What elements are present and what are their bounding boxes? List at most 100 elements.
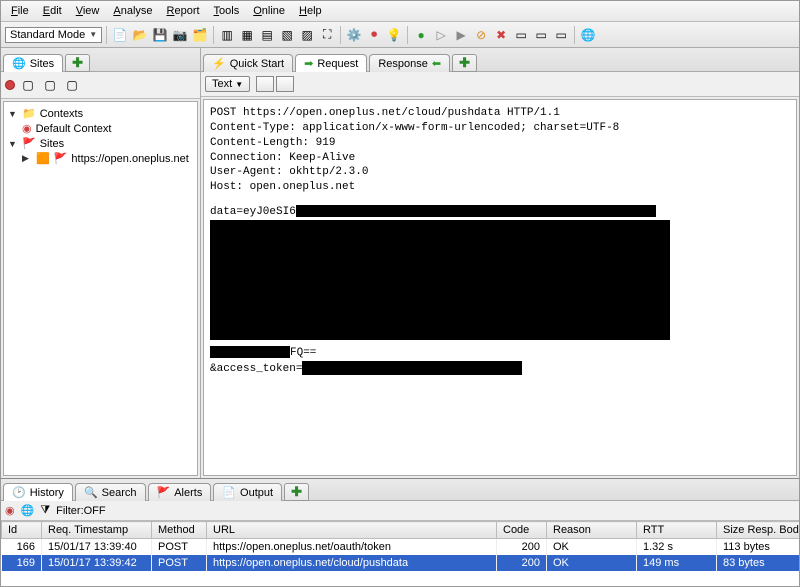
menu-report[interactable]: Report [161,3,206,19]
tool-step-icon[interactable]: ▷ [432,26,450,44]
target-icon[interactable]: ◉ [5,504,15,517]
redacted-block [296,205,656,217]
clock-icon: 🕑 [12,486,26,499]
col-code[interactable]: Code [497,522,547,539]
menu-help[interactable]: Help [293,3,328,19]
separator [213,26,214,44]
tool-snapshot-icon[interactable]: 📷 [171,26,189,44]
default-context-label: Default Context [36,123,112,135]
tab-request[interactable]: ➡ Request [295,54,367,72]
col-rtt[interactable]: RTT [637,522,717,539]
tool-layout2-icon[interactable]: ▦ [238,26,256,44]
table-row[interactable]: 169 15/01/17 13:39:42 POST https://open.… [2,555,800,571]
filter-status[interactable]: Filter:OFF [56,505,106,517]
body-prefix: data=eyJ0eSI6 [210,206,296,218]
menu-tools[interactable]: Tools [208,3,246,19]
window3-icon[interactable]: ▢ [63,76,81,94]
twisty-right-icon: ▶ [22,153,32,164]
tab-search[interactable]: 🔍 Search [75,483,146,501]
tree-sites[interactable]: ▼ 🚩 Sites [8,136,193,151]
tab-add[interactable]: ✚ [65,54,90,72]
tab-quickstart[interactable]: ⚡ Quick Start [203,54,293,72]
tool-clear-icon[interactable]: ✖ [492,26,510,44]
tool-layout3-icon[interactable]: ▤ [258,26,276,44]
col-method[interactable]: Method [152,522,207,539]
tab-add[interactable]: ✚ [452,54,477,72]
tab-sites-label: Sites [30,58,54,70]
tool-step2-icon[interactable]: ▶ [452,26,470,44]
request-content[interactable]: POST https://open.oneplus.net/cloud/push… [203,99,797,476]
main-split: 🌐 Sites ✚ ▢ ▢ ▢ ▼ 📁 Contexts ◉ Default C… [1,48,799,478]
record-icon[interactable] [5,80,15,90]
tool-group1-icon[interactable]: ▭ [512,26,530,44]
menu-bar: File Edit View Analyse Report Tools Onli… [1,1,799,22]
mode-label: Standard Mode [10,29,85,41]
tool-fullscreen-icon[interactable]: ⛶ [318,26,336,44]
tool-layout1-icon[interactable]: ▥ [218,26,236,44]
request-line: POST https://open.oneplus.net/cloud/push… [210,106,790,121]
menu-analyse[interactable]: Analyse [107,3,158,19]
tool-open-icon[interactable]: 📂 [131,26,149,44]
menu-file[interactable]: File [5,3,35,19]
tool-browser-icon[interactable]: 🌐 [579,26,597,44]
tool-group2-icon[interactable]: ▭ [532,26,550,44]
tree-default-context[interactable]: ◉ Default Context [8,121,193,136]
tool-layout5-icon[interactable]: ▨ [298,26,316,44]
menu-online[interactable]: Online [247,3,291,19]
globe-icon[interactable]: 🌐 [21,504,35,517]
tool-session-icon[interactable]: 🗂️ [191,26,209,44]
cell-id: 166 [2,539,42,556]
tab-alerts[interactable]: 🚩 Alerts [148,483,212,501]
tool-play-icon[interactable]: ● [412,26,430,44]
left-tabstrip: 🌐 Sites ✚ [1,48,200,72]
tool-group3-icon[interactable]: ▭ [552,26,570,44]
main-toolbar: Standard Mode ▼ 📄 📂 💾 📷 🗂️ ▥ ▦ ▤ ▧ ▨ ⛶ ⚙… [1,22,799,48]
body-line1: data=eyJ0eSI6 [210,205,790,220]
document-icon: 📄 [222,486,236,499]
tab-alerts-label: Alerts [174,487,202,499]
table-row[interactable]: 166 15/01/17 13:39:40 POST https://open.… [2,539,800,556]
tab-response[interactable]: Response ⬅ [369,54,450,72]
col-timestamp[interactable]: Req. Timestamp [42,522,152,539]
tool-lightbulb-icon[interactable]: 💡 [385,26,403,44]
tool-settings-icon[interactable]: ⚙️ [345,26,363,44]
tool-stop-icon[interactable]: ⊘ [472,26,490,44]
funnel-icon[interactable]: ⧩ [40,504,50,517]
filter-bar: ◉ 🌐 ⧩ Filter:OFF [1,501,799,521]
tree-contexts[interactable]: ▼ 📁 Contexts [8,106,193,121]
bottom-tabstrip: 🕑 History 🔍 Search 🚩 Alerts 📄 Output ✚ [1,479,799,501]
globe-icon: 🌐 [12,57,26,70]
tree-site-oneplus[interactable]: ▶ 🟧 🚩 https://open.oneplus.net [8,151,193,166]
view-mode-select[interactable]: Text ▼ [205,76,250,92]
layout-single-icon[interactable] [276,76,294,92]
tab-add[interactable]: ✚ [284,483,309,501]
tab-request-label: Request [317,58,358,70]
tab-history-label: History [30,487,64,499]
window2-icon[interactable]: ▢ [41,76,59,94]
col-reason[interactable]: Reason [547,522,637,539]
layout-split-icon[interactable] [256,76,274,92]
col-size[interactable]: Size Resp. Body [717,522,800,539]
tool-new-icon[interactable]: 📄 [111,26,129,44]
header-connection: Connection: Keep-Alive [210,151,790,166]
history-table[interactable]: Id Req. Timestamp Method URL Code Reason… [1,521,799,586]
menu-edit[interactable]: Edit [37,3,68,19]
window1-icon[interactable]: ▢ [19,76,37,94]
left-pane: 🌐 Sites ✚ ▢ ▢ ▢ ▼ 📁 Contexts ◉ Default C… [1,48,201,478]
tab-history[interactable]: 🕑 History [3,483,73,501]
body-frag-mid: FQ== [290,347,316,359]
cell-size: 83 bytes [717,555,800,571]
sites-tree[interactable]: ▼ 📁 Contexts ◉ Default Context ▼ 🚩 Sites… [3,101,198,476]
twisty-down-icon: ▼ [8,139,18,149]
col-url[interactable]: URL [207,522,497,539]
menu-view[interactable]: View [70,3,106,19]
tab-output[interactable]: 📄 Output [213,483,282,501]
tool-save-icon[interactable]: 💾 [151,26,169,44]
tool-break-icon[interactable]: ⏺ [365,26,383,44]
view-layout-toggle [256,76,294,92]
chevron-down-icon: ▼ [89,30,97,39]
col-id[interactable]: Id [2,522,42,539]
tab-sites[interactable]: 🌐 Sites [3,54,63,72]
mode-select[interactable]: Standard Mode ▼ [5,27,102,43]
tool-layout4-icon[interactable]: ▧ [278,26,296,44]
